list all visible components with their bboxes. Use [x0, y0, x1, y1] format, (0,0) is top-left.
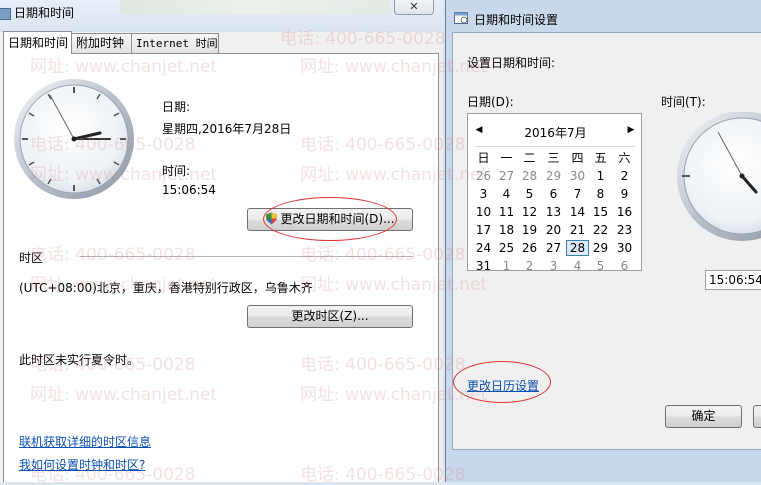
calendar-day[interactable]: 3	[542, 258, 565, 274]
tab-additional-clocks[interactable]: 附加时钟	[71, 33, 132, 53]
clock-icon	[0, 8, 11, 20]
date-value: 星期四,2016年7月28日	[162, 122, 292, 136]
weekday-header: 三	[547, 151, 560, 165]
time-label: 时间:	[162, 164, 191, 178]
calendar-day[interactable]: 2	[613, 168, 636, 184]
close-icon: ✕	[409, 0, 419, 13]
calendar-day[interactable]: 17	[472, 222, 495, 238]
cancel-button[interactable]	[753, 405, 761, 428]
calendar-day[interactable]: 22	[589, 222, 612, 238]
calendar-day[interactable]: 27	[495, 168, 518, 184]
calendar-day[interactable]: 8	[589, 186, 612, 202]
calendar-day[interactable]: 26	[472, 168, 495, 184]
analog-clock	[14, 79, 134, 199]
calendar-day[interactable]: 31	[472, 258, 495, 274]
calendar-icon	[454, 12, 468, 24]
change-datetime-label: 更改日期和时间(D)...	[280, 212, 395, 226]
calendar-day[interactable]: 29	[542, 168, 565, 184]
calendar-day[interactable]: 6	[542, 186, 565, 202]
month-calendar[interactable]: ◀ 2016年7月 ▶ 日一二三四五六 26 27 28 29 30 1 2 3 4 5 6 7 8 9 10…	[467, 113, 643, 274]
calendar-day[interactable]: 1	[589, 168, 612, 184]
calendar-divider	[476, 146, 635, 147]
chevron-right-icon: ▶	[627, 125, 635, 135]
time-field-label: 时间(T):	[661, 95, 706, 109]
calendar-day[interactable]: 14	[566, 204, 589, 220]
calendar-month-label[interactable]: 2016年7月	[468, 124, 643, 141]
calendar-day[interactable]: 18	[495, 222, 518, 238]
tab-internet-time[interactable]: Internet 时间	[131, 33, 219, 53]
calendar-day[interactable]: 30	[613, 240, 636, 256]
calendar-day[interactable]: 1	[495, 258, 518, 274]
calendar-day[interactable]: 25	[495, 240, 518, 256]
window-title: 日期和时间	[14, 6, 75, 20]
next-month-button[interactable]: ▶	[626, 123, 636, 137]
weekday-header: 日	[477, 151, 490, 165]
close-button[interactable]: ✕	[394, 0, 434, 15]
calendar-day[interactable]: 21	[566, 222, 589, 238]
time-value: 15:06:54	[162, 183, 216, 197]
calendar-day[interactable]: 5	[518, 186, 541, 202]
calendar-day[interactable]: 30	[566, 168, 589, 184]
calendar-day[interactable]: 11	[495, 204, 518, 220]
calendar-day[interactable]: 16	[613, 204, 636, 220]
date-label: 日期:	[162, 100, 191, 114]
calendar-day[interactable]: 12	[518, 204, 541, 220]
calendar-day[interactable]: 2	[518, 258, 541, 274]
weekday-header: 二	[523, 151, 536, 165]
uac-shield-icon	[266, 212, 278, 225]
timezone-info-link[interactable]: 联机获取详细的时区信息	[19, 433, 151, 450]
calendar-day[interactable]: 27	[542, 240, 565, 256]
ok-button[interactable]: 确定	[665, 405, 742, 428]
weekday-header: 五	[594, 151, 607, 165]
calendar-day[interactable]: 28	[518, 168, 541, 184]
calendar-day[interactable]: 3	[472, 186, 495, 202]
calendar-day[interactable]: 4	[495, 186, 518, 202]
calendar-day[interactable]: 6	[613, 258, 636, 274]
weekday-header: 六	[618, 151, 631, 165]
calendar-day-selected[interactable]: 28	[566, 240, 589, 256]
calendar-day[interactable]: 9	[613, 186, 636, 202]
tab-date-time[interactable]: 日期和时间	[3, 31, 72, 54]
settings-heading: 设置日期和时间:	[467, 56, 556, 70]
calendar-day[interactable]: 7	[566, 186, 589, 202]
calendar-day[interactable]: 19	[518, 222, 541, 238]
calendar-day[interactable]: 13	[542, 204, 565, 220]
timezone-value: (UTC+08:00)北京，重庆，香港特别行政区，乌鲁木齐	[19, 281, 313, 295]
weekday-header: 四	[571, 151, 584, 165]
analog-clock	[677, 112, 761, 241]
calendar-day[interactable]: 5	[589, 258, 612, 274]
background-blur	[120, 0, 390, 14]
calendar-day[interactable]: 15	[589, 204, 612, 220]
change-timezone-button[interactable]: 更改时区(Z)...	[247, 305, 413, 328]
calendar-day[interactable]: 29	[589, 240, 612, 256]
date-field-label: 日期(D):	[467, 95, 514, 109]
time-input[interactable]: 15:06:54	[705, 270, 761, 290]
weekday-header: 一	[500, 151, 513, 165]
timezone-header: 时区	[19, 251, 44, 265]
how-to-set-clock-link[interactable]: 我如何设置时钟和时区?	[19, 456, 145, 473]
divider	[80, 256, 413, 257]
datetime-dialog: 日期和时间 ✕ 日期和时间 附加时钟 Internet 时间 日期: 星期四,2…	[0, 0, 443, 482]
calendar-day[interactable]: 24	[472, 240, 495, 256]
window-title: 日期和时间设置	[474, 13, 559, 27]
calendar-day[interactable]: 20	[542, 222, 565, 238]
dst-note: 此时区未实行夏令时。	[19, 353, 140, 367]
change-datetime-button[interactable]: 更改日期和时间(D)...	[247, 208, 413, 231]
change-calendar-settings-link[interactable]: 更改日历设置	[467, 377, 539, 394]
calendar-day[interactable]: 23	[613, 222, 636, 238]
calendar-day[interactable]: 26	[518, 240, 541, 256]
calendar-day[interactable]: 10	[472, 204, 495, 220]
calendar-day[interactable]: 4	[566, 258, 589, 274]
